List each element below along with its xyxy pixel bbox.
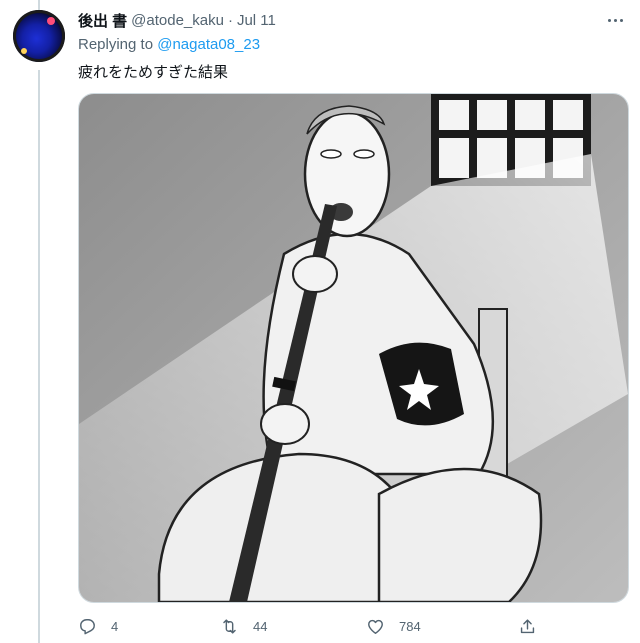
display-name[interactable]: 後出 書	[78, 10, 127, 31]
tweet-text: 疲れをためすぎた結果	[78, 64, 229, 81]
replying-to: Replying to @nagata08_23	[78, 36, 260, 53]
share-icon	[520, 618, 535, 633]
reply-count: 4	[111, 618, 119, 634]
reply-button[interactable]: 4	[78, 614, 118, 638]
like-button[interactable]: 784	[366, 614, 421, 638]
avatar[interactable]	[13, 10, 65, 62]
like-count: 784	[399, 618, 421, 634]
reply-icon	[80, 618, 95, 634]
tweet-media-image[interactable]	[78, 93, 629, 603]
avatar-decoration	[21, 48, 27, 54]
heart-icon	[368, 619, 383, 634]
replying-to-link[interactable]: @nagata08_23	[157, 36, 260, 53]
avatar-ring	[13, 10, 65, 62]
more-horizontal-icon[interactable]	[604, 12, 626, 28]
replying-to-prefix: Replying to	[78, 36, 154, 53]
user-handle[interactable]: @atode_kaku	[131, 12, 224, 29]
avatar-decoration	[47, 17, 55, 25]
retweet-button[interactable]: 44	[220, 614, 267, 638]
tweet-header: 後出 書 @atode_kaku · Jul 11	[78, 10, 276, 30]
share-button[interactable]	[518, 614, 537, 638]
retweet-icon	[223, 618, 236, 634]
retweet-count: 44	[253, 618, 268, 634]
manga-illustration	[79, 94, 628, 602]
thread-connector-bottom	[38, 70, 40, 643]
tweet-actions: 4 44 784	[78, 614, 627, 638]
separator-dot: ·	[227, 11, 233, 29]
tweet-date[interactable]: Jul 11	[237, 12, 276, 29]
